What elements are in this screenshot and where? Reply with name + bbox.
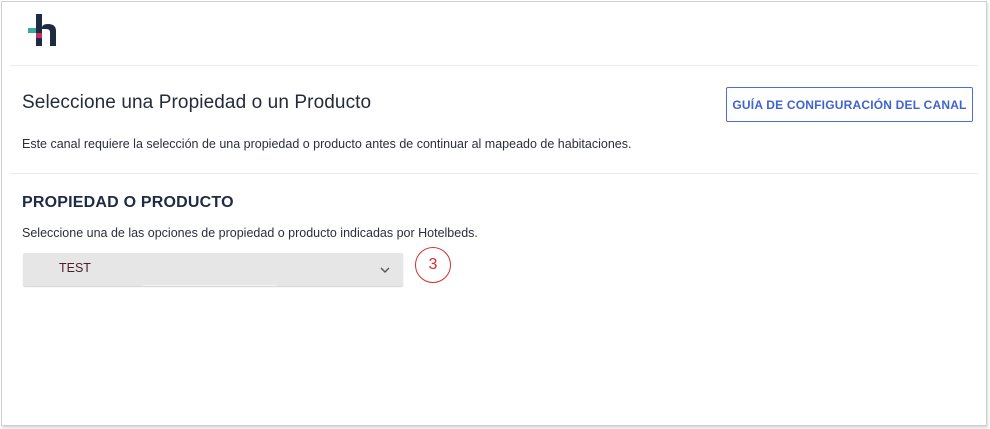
property-select[interactable]: TEST [23,253,403,286]
property-section-heading: PROPIEDAD O PRODUCTO [22,194,234,211]
property-section-description: Seleccione una de las opciones de propie… [22,226,478,240]
select-underline-segment [143,285,277,286]
property-select-value: TEST [59,261,91,275]
step-number-badge: 3 [415,247,451,283]
app-window: Seleccione una Propiedad o un Producto G… [1,1,987,426]
hotelbeds-logo-icon [28,14,56,46]
configuration-guide-button[interactable]: GUÍA DE CONFIGURACIÓN DEL CANAL [726,87,973,122]
page-title: Seleccione una Propiedad o un Producto [22,92,372,113]
chevron-down-icon [380,267,390,273]
header-divider [10,65,978,66]
section-divider [10,173,978,174]
intro-text: Este canal requiere la selección de una … [22,137,632,151]
